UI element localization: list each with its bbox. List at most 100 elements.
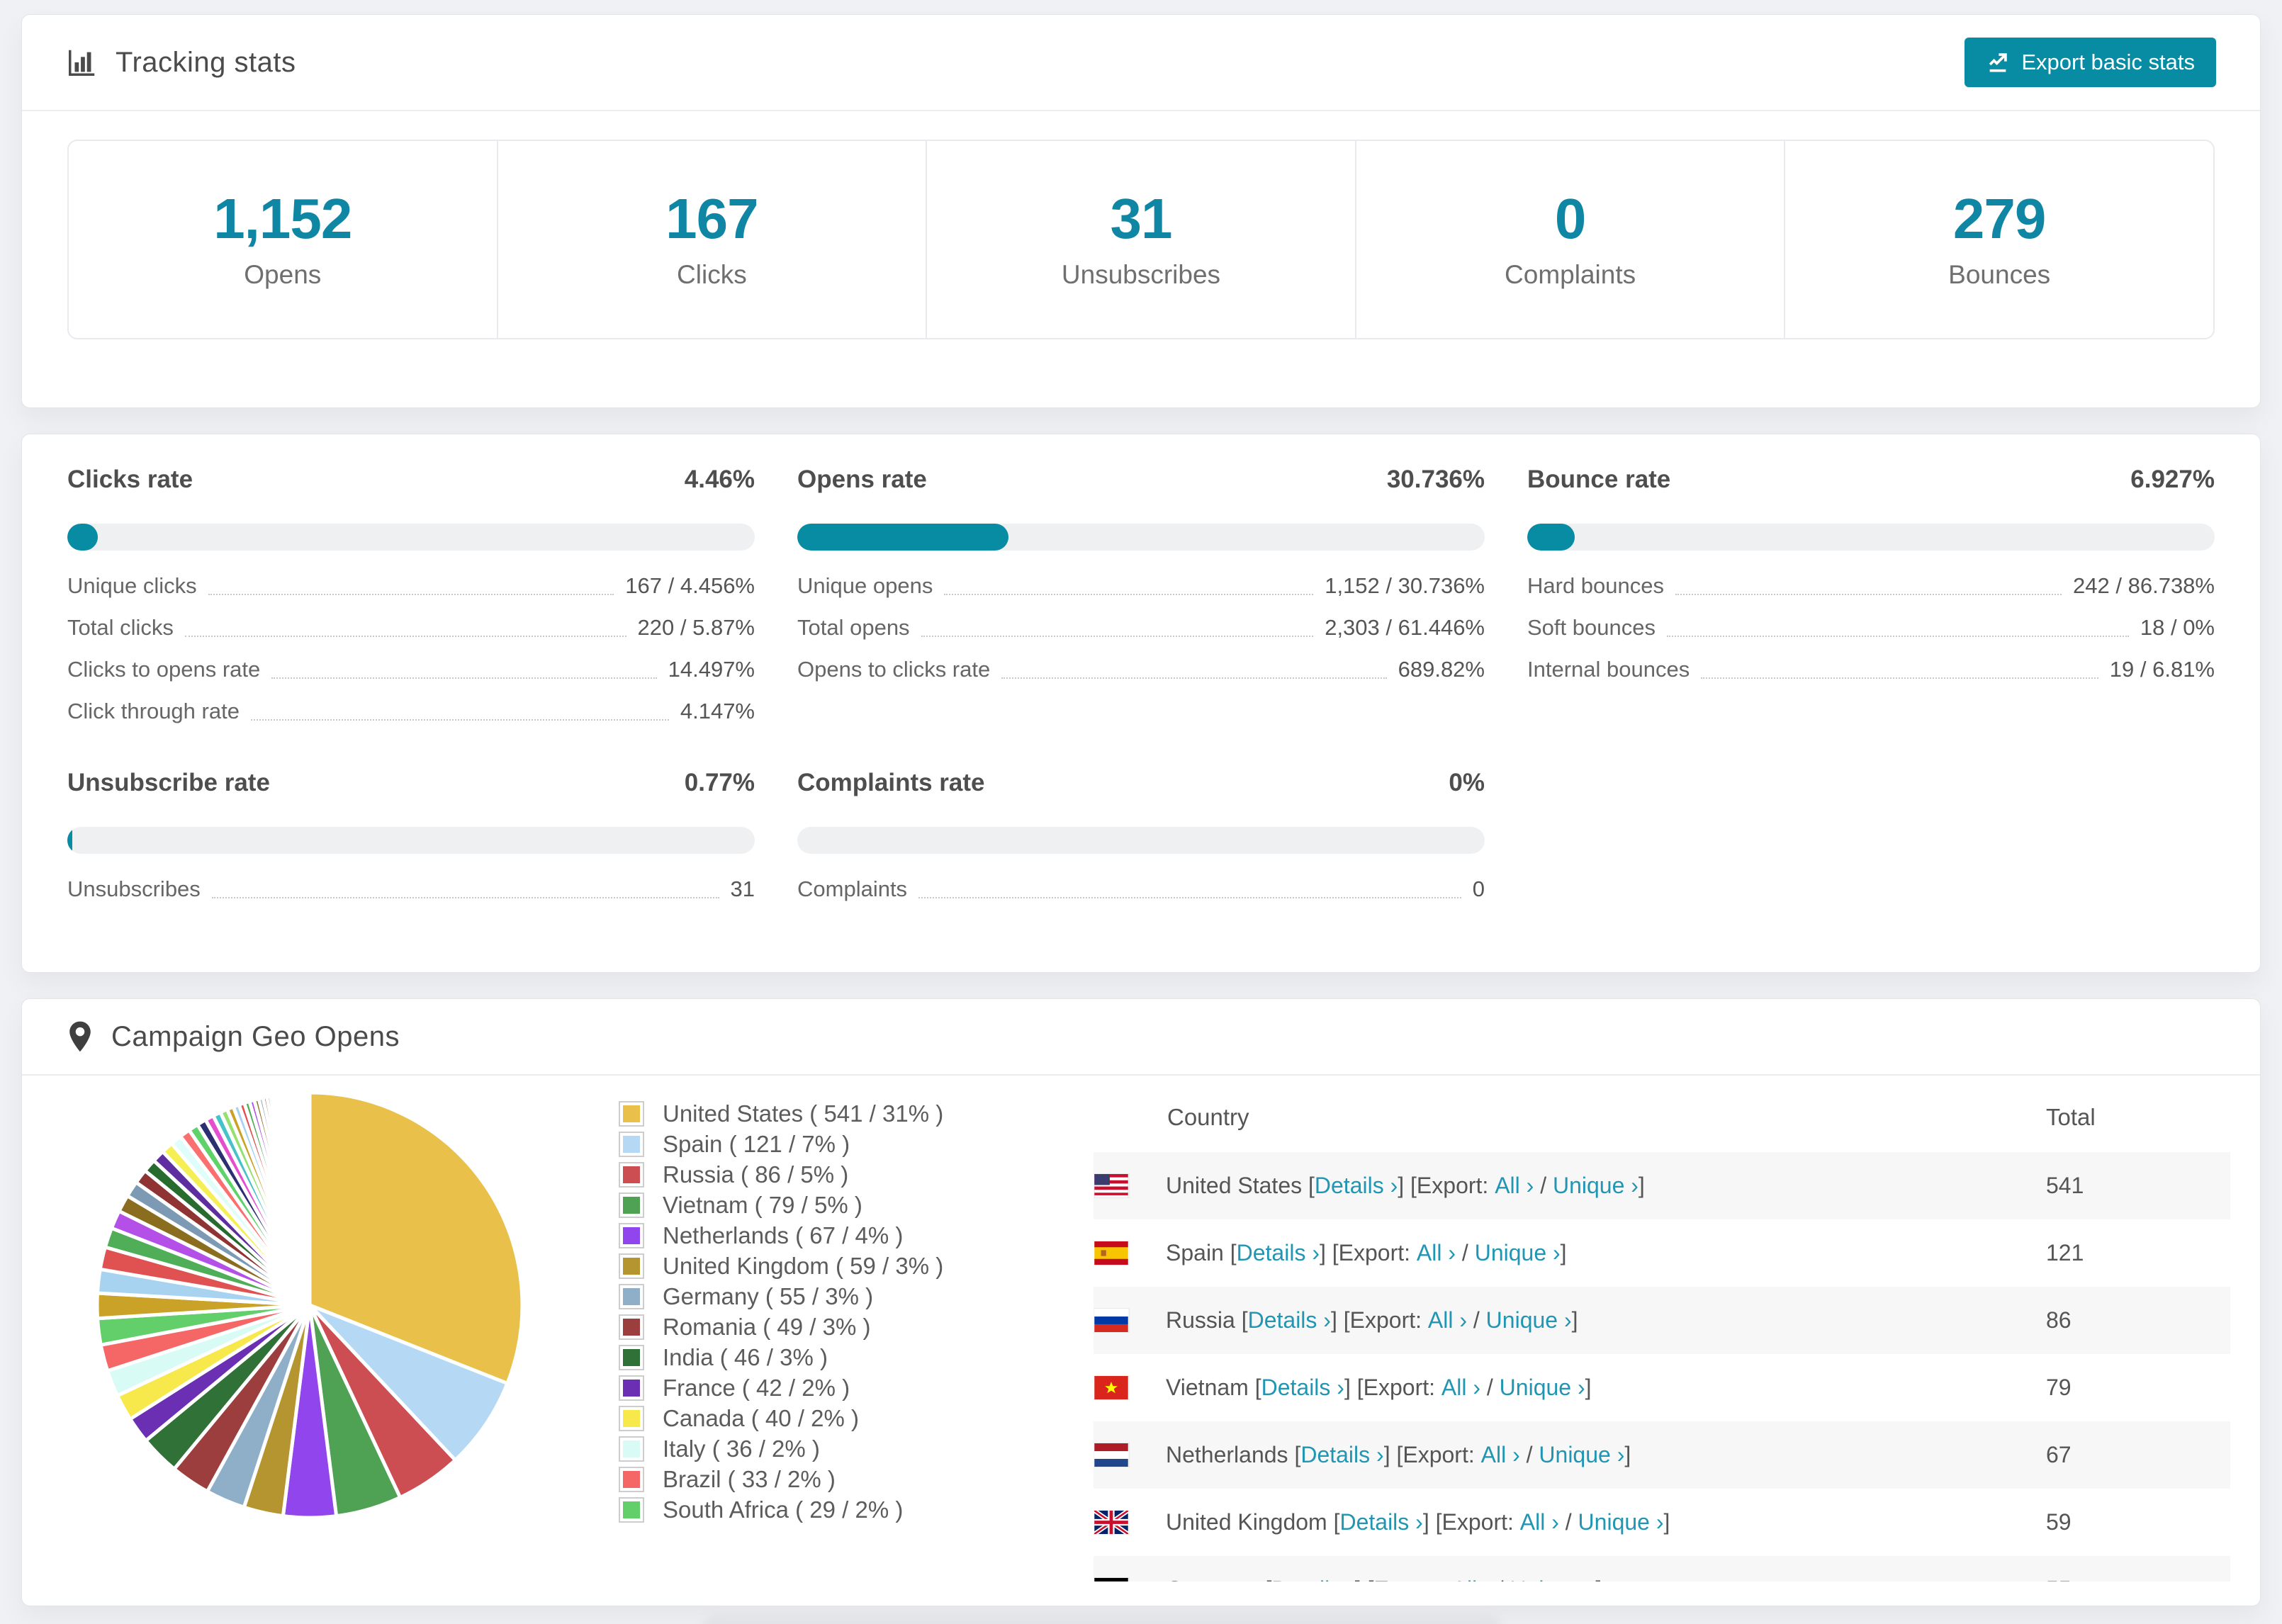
export-all-link-germany[interactable]: All › <box>1452 1577 1491 1581</box>
export-all-link-united-kingdom[interactable]: All › <box>1520 1509 1559 1535</box>
stat-label: Complaints <box>1505 260 1636 289</box>
total-column-header: Total <box>2046 1104 2096 1130</box>
rate-head: Complaints rate 0% <box>797 769 1485 797</box>
legend-swatch-color <box>623 1440 640 1457</box>
details-link-spain[interactable]: Details › <box>1237 1240 1320 1266</box>
country-cell: Germany [Details ›] [Export: All › / Uni… <box>1094 1577 2046 1581</box>
rate-row-value: 18 / 0% <box>2140 614 2215 640</box>
legend-item-germany: Germany ( 55 / 3% ) <box>619 1281 987 1312</box>
slash: / <box>1480 1375 1500 1400</box>
legend-swatch-color <box>623 1409 640 1427</box>
export-basic-stats-button[interactable]: Export basic stats <box>1965 38 2216 87</box>
export-unique-link-spain[interactable]: Unique › <box>1475 1240 1561 1266</box>
export-unique-link-russia[interactable]: Unique › <box>1486 1307 1572 1333</box>
legend-item-vietnam: Vietnam ( 79 / 5% ) <box>619 1190 987 1220</box>
legend-swatch <box>619 1375 644 1401</box>
geo-opens-pie-chart[interactable] <box>90 1086 529 1525</box>
stat-box-complaints: 0 Complaints <box>1356 141 1786 338</box>
legend-swatch-color <box>623 1501 640 1518</box>
rate-value: 6.927% <box>2130 466 2215 493</box>
dotted-leader <box>211 897 719 898</box>
legend-item-south-africa: South Africa ( 29 / 2% ) <box>619 1494 987 1525</box>
total-cell: 541 <box>2046 1173 2084 1198</box>
country-cell: Russia [Details ›] [Export: All › / Uniq… <box>1094 1307 2046 1333</box>
details-link-vietnam[interactable]: Details › <box>1261 1375 1344 1401</box>
details-link-united-states[interactable]: Details › <box>1315 1173 1398 1199</box>
flag-es-icon <box>1094 1241 1129 1265</box>
legend-label: France ( 42 / 2% ) <box>663 1374 850 1401</box>
legend-swatch <box>619 1283 644 1309</box>
export-unique-link-germany[interactable]: Unique › <box>1510 1577 1595 1581</box>
rate-rows: Complaints 0 <box>797 868 1485 910</box>
rate-value: 0% <box>1449 769 1485 796</box>
rate-row-value: 689.82% <box>1398 656 1485 682</box>
rate-row-click-through-rate: Click through rate 4.147% <box>67 690 755 732</box>
export-all-link-united-states[interactable]: All › <box>1495 1173 1534 1199</box>
rate-row-label: Complaints <box>797 876 908 901</box>
export-all-link-spain[interactable]: All › <box>1417 1240 1456 1266</box>
details-link-russia[interactable]: Details › <box>1248 1307 1331 1333</box>
legend-swatch-color <box>623 1227 640 1244</box>
export-unique-link-vietnam[interactable]: Unique › <box>1500 1375 1585 1401</box>
rate-title: Bounce rate <box>1527 466 1671 493</box>
export-unique-link-netherlands[interactable]: Unique › <box>1539 1442 1624 1468</box>
map-pin-icon <box>66 1020 94 1053</box>
legend-item-italy: Italy ( 36 / 2% ) <box>619 1433 987 1464</box>
rate-rows: Unsubscribes 31 <box>67 868 755 910</box>
export-all-link-netherlands[interactable]: All › <box>1481 1442 1520 1468</box>
rate-row-value: 19 / 6.81% <box>2109 656 2215 682</box>
rate-head: Bounce rate 6.927% <box>1527 466 2215 494</box>
legend-swatch <box>619 1466 644 1492</box>
slash: / <box>1534 1173 1553 1198</box>
country-name: Vietnam <box>1166 1375 1255 1400</box>
export-unique-link-united-states[interactable]: Unique › <box>1553 1173 1639 1199</box>
bracket: [ <box>1308 1173 1315 1198</box>
rate-block-opens-rate: Opens rate 30.736% Unique opens 1,152 / 30.… <box>797 466 1485 732</box>
details-link-united-kingdom[interactable]: Details › <box>1339 1509 1422 1535</box>
rate-row-label: Opens to clicks rate <box>797 656 991 682</box>
flag-vn-icon <box>1094 1376 1129 1399</box>
bracket: ] [Export: <box>1422 1509 1520 1535</box>
slash: / <box>1491 1577 1510 1581</box>
rate-row-label: Total clicks <box>67 614 174 640</box>
rate-row-hard-bounces: Hard bounces 242 / 86.738% <box>1527 565 2215 607</box>
rate-progress-fill <box>67 827 73 854</box>
rate-row-unsubscribes: Unsubscribes 31 <box>67 868 755 910</box>
dashboard-page: Tracking stats Export basic stats 1,152 O… <box>0 14 2282 1624</box>
legend-swatch-color <box>623 1318 640 1336</box>
legend-swatch-color <box>623 1379 640 1397</box>
stat-label: Unsubscribes <box>1061 260 1221 289</box>
rate-row-internal-bounces: Internal bounces 19 / 6.81% <box>1527 648 2215 690</box>
flag-gb-icon <box>1094 1511 1129 1534</box>
details-link-netherlands[interactable]: Details › <box>1300 1442 1383 1468</box>
legend-swatch <box>619 1100 644 1127</box>
dotted-leader <box>1701 677 2098 679</box>
country-cell-td: Germany [Details ›] [Export: All › / Uni… <box>1094 1556 2046 1581</box>
dotted-leader <box>250 719 669 721</box>
details-link-germany[interactable]: Details › <box>1271 1577 1354 1581</box>
rate-title: Opens rate <box>797 466 927 493</box>
country-name: Russia <box>1166 1307 1242 1333</box>
legend-label: United States ( 541 / 31% ) <box>663 1100 944 1127</box>
export-unique-link-united-kingdom[interactable]: Unique › <box>1578 1509 1664 1535</box>
rate-row-label: Soft bounces <box>1527 614 1656 640</box>
table-row-netherlands: Netherlands [Details ›] [Export: All › /… <box>1094 1421 2230 1489</box>
rate-block-bounce-rate: Bounce rate 6.927% Hard bounces 242 / 86.73… <box>1527 466 2215 732</box>
rate-row-value: 242 / 86.738% <box>2073 573 2215 598</box>
rate-value: 4.46% <box>684 466 755 493</box>
table-row-vietnam: Vietnam [Details ›] [Export: All › / Uni… <box>1094 1354 2230 1421</box>
bracket: ] [Export: <box>1344 1375 1441 1400</box>
total-cell: 79 <box>2046 1375 2072 1400</box>
legend-swatch <box>619 1344 644 1370</box>
rate-progress-bar <box>1527 524 2215 551</box>
legend-label: Canada ( 40 / 2% ) <box>663 1404 859 1431</box>
dotted-leader <box>921 636 1314 637</box>
legend-item-russia: Russia ( 86 / 5% ) <box>619 1159 987 1190</box>
slash: / <box>1558 1509 1578 1535</box>
export-icon <box>1989 53 2008 72</box>
table-row-russia: Russia [Details ›] [Export: All › / Uniq… <box>1094 1287 2230 1354</box>
bracket: [ <box>1333 1509 1340 1535</box>
flag-de-icon <box>1094 1578 1129 1581</box>
export-all-link-vietnam[interactable]: All › <box>1441 1375 1480 1401</box>
export-all-link-russia[interactable]: All › <box>1428 1307 1467 1333</box>
